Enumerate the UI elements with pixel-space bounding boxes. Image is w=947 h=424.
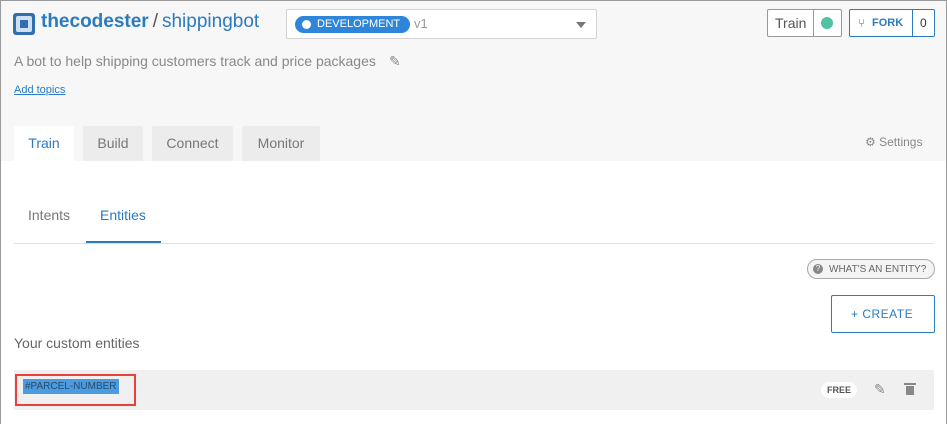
edit-icon[interactable]: ✎ bbox=[874, 381, 886, 398]
add-topics-link[interactable]: Add topics bbox=[14, 84, 65, 96]
fork-icon: ⑂ bbox=[858, 16, 866, 30]
train-button[interactable]: Train bbox=[767, 9, 842, 37]
custom-entities-heading: Your custom entities bbox=[14, 335, 140, 351]
list-item[interactable]: #PARCEL-NUMBER FREE ✎ bbox=[14, 370, 934, 410]
bot-name-link[interactable]: shippingbot bbox=[162, 11, 259, 32]
logo-icon bbox=[13, 13, 35, 35]
fork-divider bbox=[912, 10, 913, 36]
tab-build[interactable]: Build bbox=[83, 126, 143, 161]
settings-label: Settings bbox=[879, 135, 923, 149]
chevron-down-icon bbox=[576, 22, 586, 28]
train-divider bbox=[813, 10, 814, 36]
breadcrumb-separator: / bbox=[152, 11, 158, 32]
version-select[interactable]: DEVELOPMENT v1 bbox=[286, 9, 597, 39]
subtab-divider bbox=[14, 243, 934, 244]
subtab-entities[interactable]: Entities bbox=[100, 207, 146, 223]
environment-badge: DEVELOPMENT bbox=[295, 16, 411, 33]
train-button-label: Train bbox=[775, 15, 807, 31]
tab-train[interactable]: Train bbox=[14, 126, 74, 161]
whats-an-entity-label: WHAT'S AN ENTITY? bbox=[829, 264, 927, 275]
subtab-active-indicator bbox=[86, 241, 161, 243]
top-bar: thecodester / shippingbot DEVELOPMENT v1 T… bbox=[1, 1, 946, 161]
trash-icon[interactable] bbox=[904, 383, 916, 395]
subtab-intents[interactable]: Intents bbox=[28, 207, 70, 223]
trash-body bbox=[906, 386, 914, 395]
settings-link[interactable]: ⚙ Settings bbox=[865, 135, 922, 149]
owner-link[interactable]: thecodester bbox=[41, 11, 149, 32]
tab-monitor[interactable]: Monitor bbox=[242, 126, 320, 161]
entity-name[interactable]: #PARCEL-NUMBER bbox=[23, 379, 119, 394]
create-button[interactable]: + CREATE bbox=[831, 295, 935, 333]
train-status-icon bbox=[821, 17, 833, 29]
gear-icon: ⚙ bbox=[865, 135, 876, 149]
whats-an-entity-button[interactable]: ? WHAT'S AN ENTITY? bbox=[807, 259, 935, 279]
create-button-label: + CREATE bbox=[851, 307, 914, 321]
trash-lid bbox=[904, 383, 916, 385]
bot-description: A bot to help shipping customers track a… bbox=[14, 53, 376, 69]
plan-badge: FREE bbox=[821, 382, 858, 398]
fork-label: FORK bbox=[872, 17, 904, 29]
tab-connect[interactable]: Connect bbox=[152, 126, 233, 161]
breadcrumb: thecodester / shippingbot bbox=[41, 11, 259, 33]
fork-count: 0 bbox=[920, 16, 927, 30]
version-label: v1 bbox=[414, 16, 428, 31]
fork-button[interactable]: ⑂ FORK 0 bbox=[849, 9, 935, 37]
pencil-icon[interactable]: ✎ bbox=[389, 53, 401, 70]
main-panel: Intents Entities ? WHAT'S AN ENTITY? + C… bbox=[1, 161, 946, 424]
question-icon: ? bbox=[813, 264, 823, 274]
